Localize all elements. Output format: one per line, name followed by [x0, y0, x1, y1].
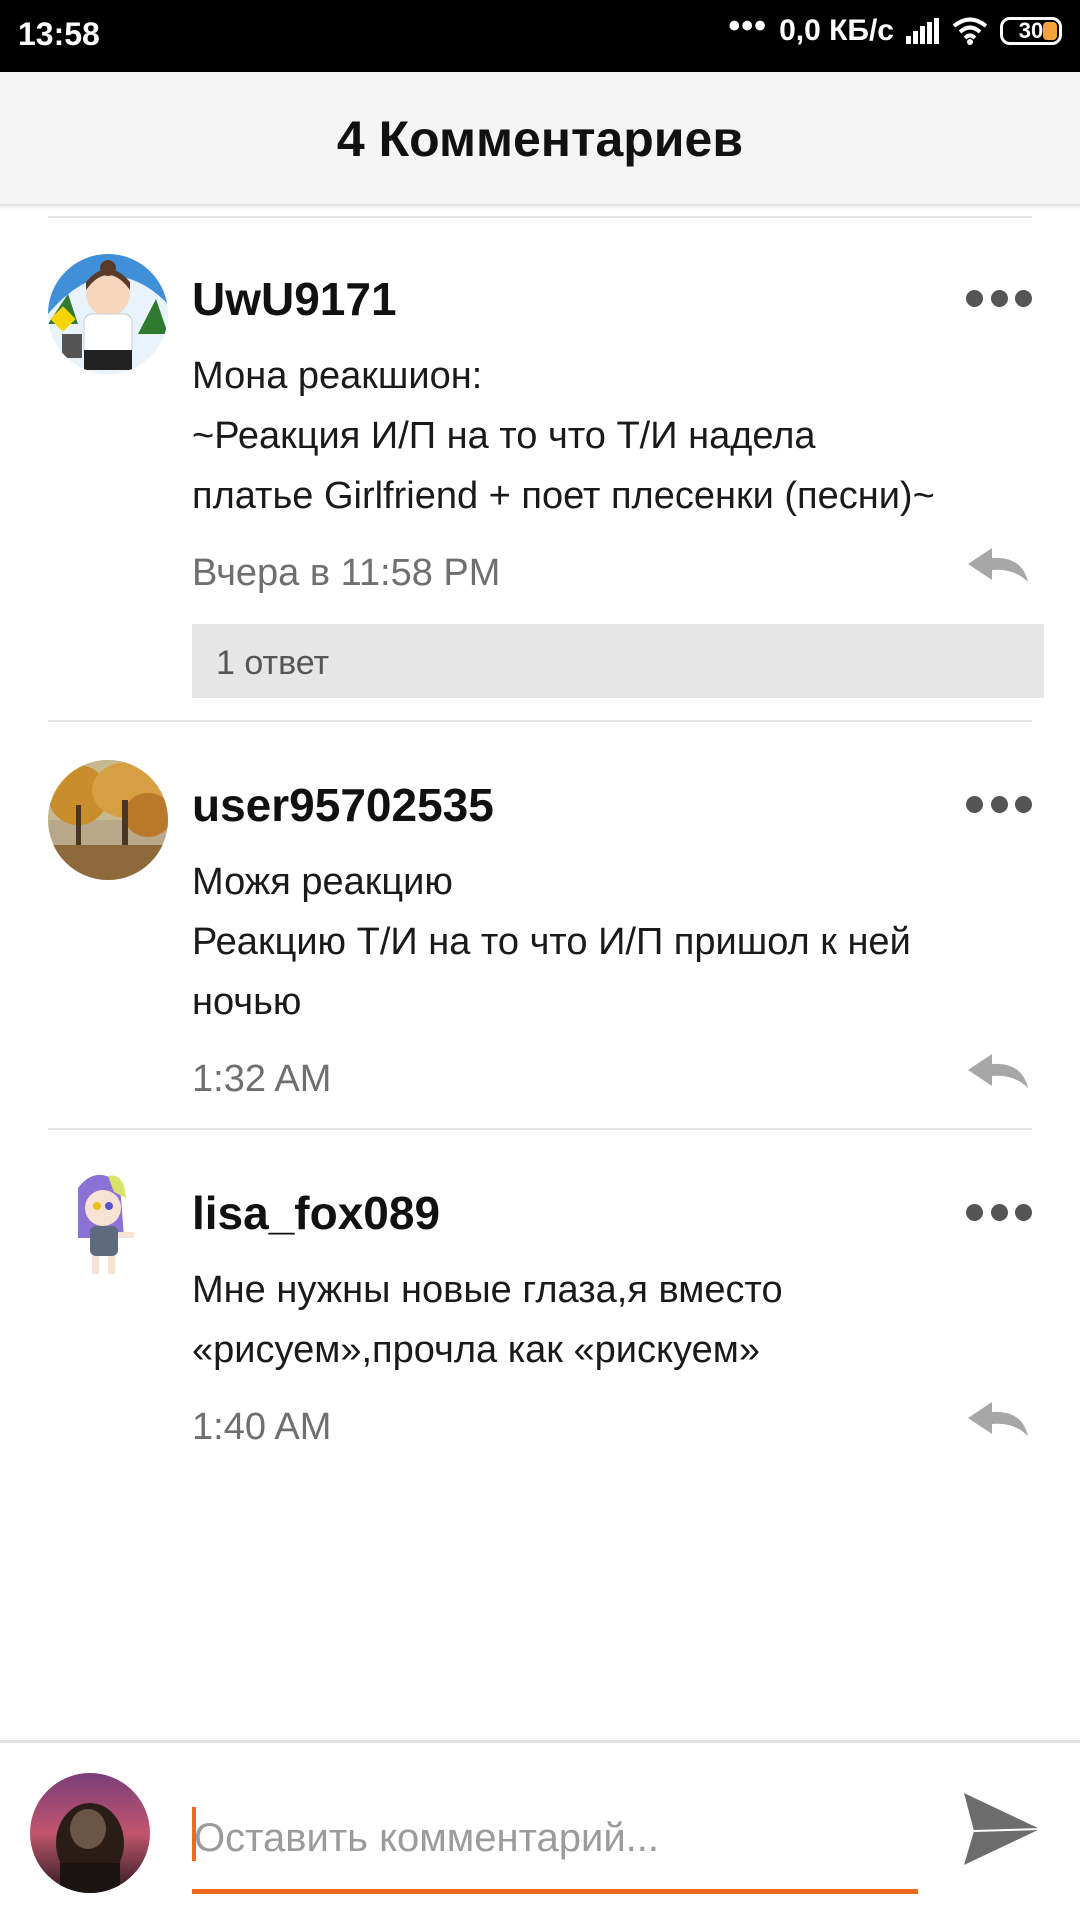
comment-line: Мона реакшион: — [192, 355, 483, 397]
reply-icon[interactable] — [966, 1052, 1030, 1092]
status-indicators: ••• 0,0 КБ/с 30 — [728, 7, 1062, 48]
comment-timestamp: Вчера в 11:58 PM — [192, 552, 501, 594]
notification-dots-icon: ••• — [728, 6, 768, 45]
comment-line: ночью — [192, 981, 302, 1023]
wifi-icon — [952, 17, 988, 45]
comment-line: платье Girlfriend + поет плесенки (песни… — [192, 475, 935, 517]
comment-line: Реакцию Т/И на то что И/П пришол к ней — [192, 921, 911, 963]
divider — [48, 720, 1032, 722]
avatar[interactable] — [48, 1168, 168, 1288]
avatar[interactable] — [48, 254, 168, 374]
comment-timestamp: 1:32 AM — [192, 1058, 332, 1100]
divider — [48, 1128, 1032, 1130]
more-icon[interactable] — [966, 288, 1032, 308]
reply-icon[interactable] — [966, 1400, 1030, 1440]
comment-line: Можя реакцию — [192, 861, 453, 903]
replies-button[interactable]: 1 ответ — [192, 624, 1044, 698]
more-icon[interactable] — [966, 794, 1032, 814]
status-time: 13:58 — [18, 16, 100, 52]
more-icon[interactable] — [966, 1202, 1032, 1222]
battery-level: 30 — [1018, 18, 1044, 43]
network-speed: 0,0 КБ/с — [779, 14, 894, 47]
divider — [48, 216, 1032, 218]
comment-text: Мне нужны новые глаза,я вместо «рисуем»,… — [192, 1260, 1042, 1380]
page-title: 4 Комментариев — [336, 111, 744, 167]
status-bar: 13:58 ••• 0,0 КБ/с 30 — [0, 0, 1080, 72]
comment-timestamp: 1:40 AM — [192, 1406, 332, 1448]
comment-input[interactable] — [192, 1803, 920, 1873]
comment-composer — [0, 1740, 1080, 1923]
comment-text: Мона реакшион: ~Реакция И/П на то что Т/… — [192, 346, 1042, 526]
comment-username[interactable]: user95702535 — [192, 778, 494, 832]
comments-header: 4 Комментариев — [0, 72, 1080, 206]
comment-line: Мне нужны новые глаза,я вместо — [192, 1269, 783, 1311]
battery-icon: 30 — [1000, 17, 1062, 45]
comment-username[interactable]: lisa_fox089 — [192, 1186, 440, 1240]
current-user-avatar[interactable] — [30, 1773, 150, 1893]
avatar[interactable] — [48, 760, 168, 880]
send-icon[interactable] — [960, 1787, 1044, 1871]
input-underline — [192, 1889, 918, 1894]
comment-username[interactable]: UwU9171 — [192, 272, 397, 326]
signal-icon — [906, 18, 939, 44]
replies-count: 1 ответ — [216, 644, 330, 682]
comment-line: ~Реакция И/П на то что Т/И надела — [192, 415, 816, 457]
reply-icon[interactable] — [966, 546, 1030, 586]
comment-line: «рисуем»,прочла как «рискуем» — [192, 1329, 760, 1371]
comment-text: Можя реакцию Реакцию Т/И на то что И/П п… — [192, 852, 1042, 1032]
